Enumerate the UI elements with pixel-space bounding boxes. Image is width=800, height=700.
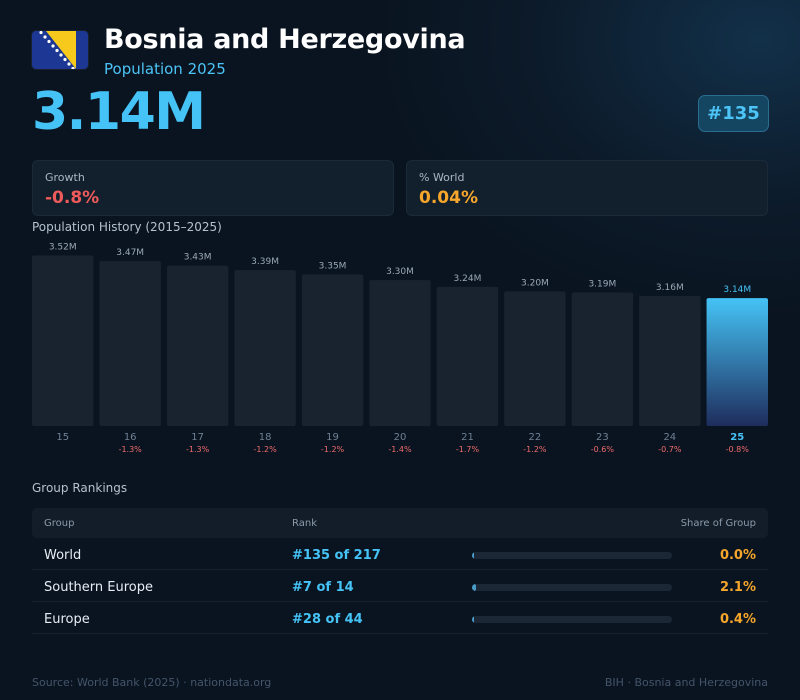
- group-share: 0.0%: [719, 548, 756, 563]
- bar-value-label: 3.52M: [49, 242, 77, 252]
- growth-label: -1.3%: [186, 445, 210, 454]
- table-row: Europe #28 of 44 0.4%: [32, 602, 768, 634]
- group-share: 0.4%: [719, 612, 756, 627]
- source-note: Source: World Bank (2025) · nationdata.o…: [32, 676, 272, 689]
- x-tick-label: 25: [730, 432, 744, 443]
- share-bar-fill: [472, 584, 477, 591]
- bar-value-label: 3.24M: [454, 274, 482, 284]
- world-share-label: % World: [419, 171, 465, 184]
- column-header-rank: Rank: [292, 518, 317, 529]
- population-value: 3.14M: [32, 82, 206, 142]
- rankings-title: Group Rankings: [32, 481, 128, 495]
- bar-19: [301, 274, 364, 426]
- bar-value-label: 3.30M: [386, 267, 414, 277]
- bosnia-herzegovina-flag-icon: [32, 31, 88, 69]
- growth-label: -1.3%: [119, 445, 143, 454]
- bar-value-label: 3.14M: [723, 285, 751, 295]
- share-bar-fill: [472, 552, 474, 559]
- bar-20: [369, 280, 431, 426]
- growth-label: -1.2%: [523, 445, 547, 454]
- x-tick-label: 21: [461, 432, 474, 443]
- bar-25: [706, 298, 768, 426]
- table-row: Southern Europe #7 of 14 2.1%: [32, 570, 768, 602]
- x-tick-label: 24: [663, 432, 676, 443]
- x-tick-label: 20: [394, 432, 407, 443]
- bar-18: [234, 270, 296, 426]
- growth-label: -1.2%: [253, 445, 277, 454]
- share-bar-fill: [472, 616, 474, 623]
- world-rank-badge: #135: [698, 95, 769, 132]
- table-row: World #135 of 217 0.0%: [32, 538, 768, 570]
- x-tick-label: 23: [596, 432, 609, 443]
- bar-value-label: 3.35M: [319, 262, 347, 272]
- growth-label: -1.7%: [456, 445, 480, 454]
- bar-value-label: 3.16M: [656, 283, 684, 293]
- group-name: Europe: [44, 612, 90, 627]
- growth-card: Growth -0.8%: [32, 160, 394, 216]
- x-tick-label: 19: [326, 432, 339, 443]
- growth-label: -1.2%: [321, 445, 345, 454]
- group-name: Southern Europe: [44, 580, 153, 595]
- bar-value-label: 3.39M: [251, 257, 279, 267]
- x-tick-label: 18: [259, 432, 272, 443]
- group-rank: #135 of 217: [292, 548, 381, 563]
- bar-16: [99, 261, 161, 426]
- country-name: Bosnia and Herzegovina: [104, 24, 466, 55]
- group-name: World: [44, 548, 82, 563]
- growth-label: -0.6%: [591, 445, 615, 454]
- population-history-chart: 3.52M 15 3.47M 16 -1.3% 3.43M 17 -1.3% 3.39M 18 -1…: [32, 242, 768, 454]
- growth-label: -0.8%: [726, 445, 750, 454]
- column-header-group: Group: [44, 518, 75, 529]
- x-tick-label: 15: [56, 432, 69, 443]
- growth-label: -1.4%: [388, 445, 412, 454]
- world-share-value: 0.04%: [419, 188, 478, 208]
- group-share: 2.1%: [719, 580, 756, 595]
- share-bar: [472, 616, 672, 623]
- growth-value: -0.8%: [45, 188, 100, 208]
- growth-label: -0.7%: [658, 445, 682, 454]
- bar-value-label: 3.20M: [521, 278, 549, 288]
- group-rank: #28 of 44: [292, 612, 363, 627]
- column-header-share: Share of Group: [680, 518, 756, 529]
- bar-24: [639, 295, 701, 426]
- bar-21: [436, 286, 499, 426]
- bar-15: [32, 255, 94, 426]
- page-subtitle: Population 2025: [104, 60, 226, 78]
- bar-22: [504, 291, 566, 426]
- bar-value-label: 3.47M: [116, 248, 144, 258]
- bar-17: [166, 265, 229, 426]
- group-rank: #7 of 14: [292, 580, 354, 595]
- growth-label: Growth: [45, 171, 85, 184]
- x-tick-label: 16: [124, 432, 137, 443]
- table-header: Group Rank Share of Group: [32, 508, 768, 538]
- bar-value-label: 3.19M: [588, 280, 616, 290]
- history-title: Population History (2015–2025): [32, 220, 222, 234]
- world-share-card: % World 0.04%: [406, 160, 768, 216]
- country-code-note: BIH · Bosnia and Herzegovina: [604, 676, 768, 689]
- share-bar: [472, 552, 672, 559]
- x-tick-label: 22: [529, 432, 542, 443]
- x-tick-label: 17: [191, 432, 204, 443]
- share-bar: [472, 584, 672, 591]
- rankings-table: Group Rank Share of Group World #135 of 2…: [32, 508, 768, 634]
- bar-value-label: 3.43M: [184, 253, 212, 263]
- bar-23: [571, 292, 634, 426]
